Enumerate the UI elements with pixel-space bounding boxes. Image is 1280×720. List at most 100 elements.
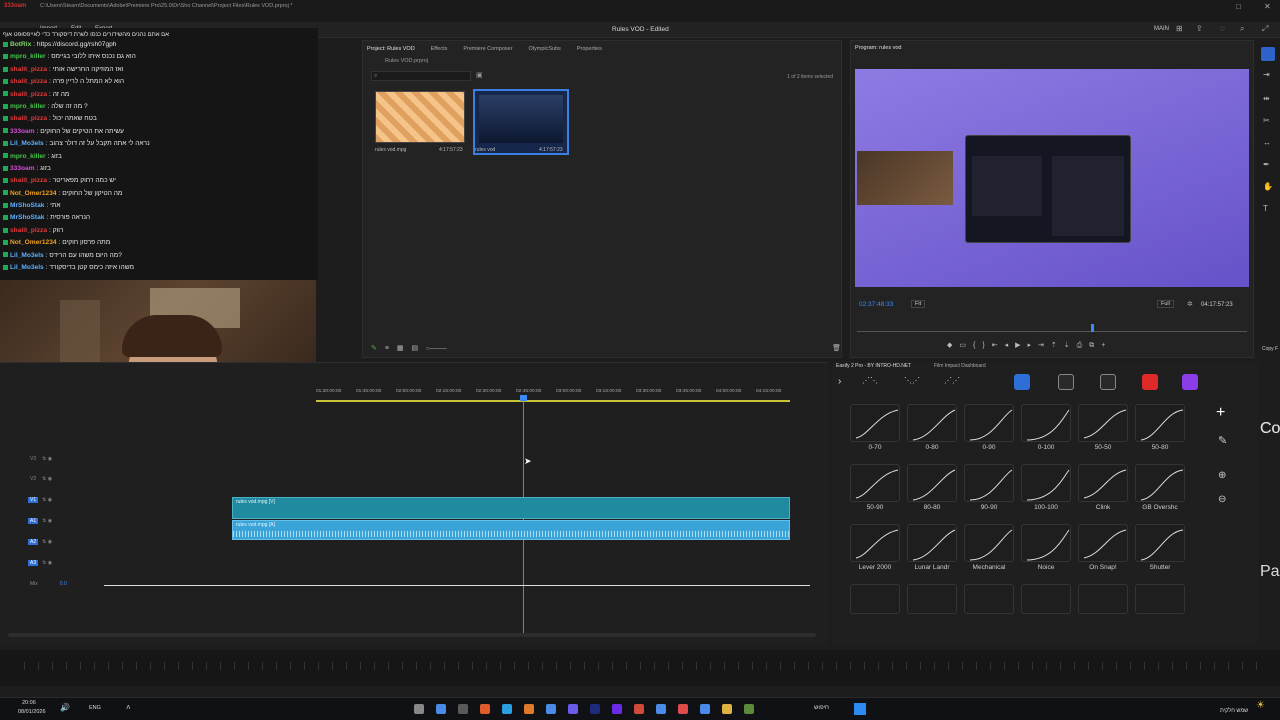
freeform-view-icon[interactable]: ▤ (411, 345, 418, 352)
track-controls-icon[interactable]: ⇅ ◉ (42, 539, 52, 545)
sync-icon[interactable] (1014, 374, 1030, 390)
hand-icon[interactable]: ✋ (1263, 182, 1273, 191)
track-header-v2[interactable]: V2 ⇅ ◉ (20, 476, 100, 494)
fit-select[interactable]: Fit (911, 300, 926, 308)
razor-icon[interactable]: ✂ (1263, 116, 1270, 125)
curve-preset[interactable]: GB Overshc (1135, 464, 1185, 511)
out-point-icon[interactable]: } (982, 342, 991, 349)
ease-both-icon[interactable]: ⋰⋰ (944, 376, 960, 385)
zoom-slider[interactable]: ○──── (426, 346, 447, 352)
taskbar-app-icon[interactable] (634, 704, 644, 714)
quality-select[interactable]: Full (1157, 300, 1174, 308)
progress-icon[interactable]: ◌ (1220, 24, 1225, 33)
curve-preset[interactable]: 0-70 (850, 404, 900, 451)
taskbar-app-icon[interactable] (590, 704, 600, 714)
tab-film-impact[interactable]: Film Impact Dashboard (934, 363, 986, 369)
playhead-handle[interactable] (520, 395, 527, 401)
curve-preset[interactable]: On Snap! (1078, 524, 1128, 571)
slip-icon[interactable]: ↔ (1263, 138, 1271, 147)
new-bin-icon[interactable]: ▣ (476, 71, 483, 79)
curve-preset[interactable]: 80-80 (907, 464, 957, 511)
curve-preset[interactable]: 0-80 (907, 404, 957, 451)
curve-preset[interactable] (907, 584, 957, 614)
language-indicator[interactable]: ENG (89, 705, 101, 711)
tab-easify[interactable]: Easify 2 Pro - BY INTRO-HD.NET (836, 363, 911, 369)
curve-preset[interactable] (1021, 584, 1071, 614)
mix-value[interactable]: 0.0 (60, 581, 67, 587)
track-header-v1[interactable]: V1 ⇅ ◉ (20, 497, 100, 515)
track-label[interactable]: V2 (28, 476, 38, 482)
track-controls-icon[interactable]: ⇅ ◉ (42, 456, 52, 462)
chevron-right-icon[interactable]: › (838, 376, 841, 387)
expand-icon[interactable]: ⤢ (1262, 24, 1268, 34)
track-controls-icon[interactable]: ⇅ ◉ (42, 518, 52, 524)
track-label[interactable]: A2 (28, 539, 39, 545)
curve-preset[interactable]: 50-50 (1078, 404, 1128, 451)
share-icon[interactable]: ⇪ (1196, 24, 1203, 33)
search-icon[interactable]: ⌕ (1240, 24, 1244, 34)
taskbar-app-icon[interactable] (656, 704, 666, 714)
add-icon[interactable]: + (1216, 404, 1225, 422)
clock-date[interactable]: 08/01/2026 (18, 709, 46, 715)
selection-tool-icon[interactable] (1261, 47, 1275, 61)
ease-in-icon[interactable]: ⋰⋱ (862, 376, 878, 385)
video-clip[interactable]: rules vod.mpg [V] (232, 497, 790, 519)
curve-preset[interactable] (850, 584, 900, 614)
program-playhead[interactable] (1091, 324, 1094, 332)
track-header-a2[interactable]: A2 ⇅ ◉ (20, 539, 100, 557)
arrows-icon[interactable] (1182, 374, 1198, 390)
curve-preset[interactable]: 0-90 (964, 404, 1014, 451)
paste-icon[interactable] (1100, 374, 1116, 390)
start-icon[interactable] (854, 703, 866, 715)
taskbar-app-icon[interactable] (436, 704, 446, 714)
curve-preset[interactable] (964, 584, 1014, 614)
workspaces-icon[interactable]: ⊞ (1176, 24, 1183, 33)
tray-chevron-icon[interactable]: ˄ (126, 703, 131, 712)
curve-preset[interactable]: Lever 2000 (850, 524, 900, 571)
wrench-icon[interactable]: ✲ (1187, 300, 1193, 308)
track-label[interactable]: V3 (28, 456, 38, 462)
taskbar-app-icon[interactable] (678, 704, 688, 714)
step-back-icon[interactable]: ◂ (1005, 342, 1016, 349)
type-icon[interactable]: T (1263, 204, 1268, 213)
marker-icon[interactable]: ◆ (947, 342, 959, 349)
taskbar-app-icon[interactable] (414, 704, 424, 714)
taskbar-app-icon[interactable] (700, 704, 710, 714)
zoom-in-icon[interactable]: ⊕ (1218, 470, 1226, 481)
pen-icon[interactable]: ✒ (1263, 160, 1270, 169)
close-icon[interactable]: ✕ (1264, 2, 1271, 11)
delete-icon[interactable] (1142, 374, 1158, 390)
in-point-icon[interactable]: { (973, 342, 982, 349)
track-header-mix[interactable]: Mix 0.0 (20, 581, 100, 599)
tab-premiere-composer[interactable]: Premiere Composer (463, 46, 512, 52)
trash-icon[interactable]: 🗑 (832, 344, 841, 352)
curve-preset[interactable]: 50-90 (850, 464, 900, 511)
lift-icon[interactable]: ⇡ (1051, 342, 1064, 349)
taskbar-app-icon[interactable] (480, 704, 490, 714)
curve-preset[interactable]: Shutter (1135, 524, 1185, 571)
taskbar-app-icon[interactable] (458, 704, 468, 714)
tab-project[interactable]: Project: Rules VOD (367, 46, 415, 52)
program-timecode[interactable]: 02:37:48:33 (859, 301, 893, 308)
curve-preset[interactable]: 50-80 (1135, 404, 1185, 451)
taskbar-app-icon[interactable] (744, 704, 754, 714)
curve-preset[interactable]: Lunar Landr (907, 524, 957, 571)
track-select-icon[interactable]: ⇥ (1263, 70, 1270, 79)
track-label[interactable]: V1 (28, 497, 39, 503)
ripple-edit-icon[interactable]: ⇹ (1263, 94, 1270, 103)
taskbar-app-icon[interactable] (612, 704, 622, 714)
safe-margin-icon[interactable]: ▭ (959, 342, 973, 349)
clock-time[interactable]: 20:06 (22, 700, 36, 706)
thumbnail-rules-vod-mpg[interactable] (375, 91, 465, 143)
track-controls-icon[interactable]: ⇅ ◉ (42, 476, 52, 482)
track-header-a3[interactable]: A3 ⇅ ◉ (20, 560, 100, 578)
timeline-ruler[interactable]: 01:30:00:00 01:45:00:00 02:00:00:00 02:15:0… (316, 387, 800, 401)
tab-properties[interactable]: Properties (577, 46, 602, 52)
copy-icon[interactable] (1058, 374, 1074, 390)
audio-clip[interactable]: rules vod.mpg [A] (232, 520, 790, 540)
taskbar-app-icon[interactable] (546, 704, 556, 714)
volume-icon[interactable]: 🔊 (60, 703, 70, 712)
compare-icon[interactable]: ⧉ (1089, 342, 1101, 349)
curve-preset[interactable] (1078, 584, 1128, 614)
go-to-out-icon[interactable]: ⇥ (1038, 342, 1051, 349)
